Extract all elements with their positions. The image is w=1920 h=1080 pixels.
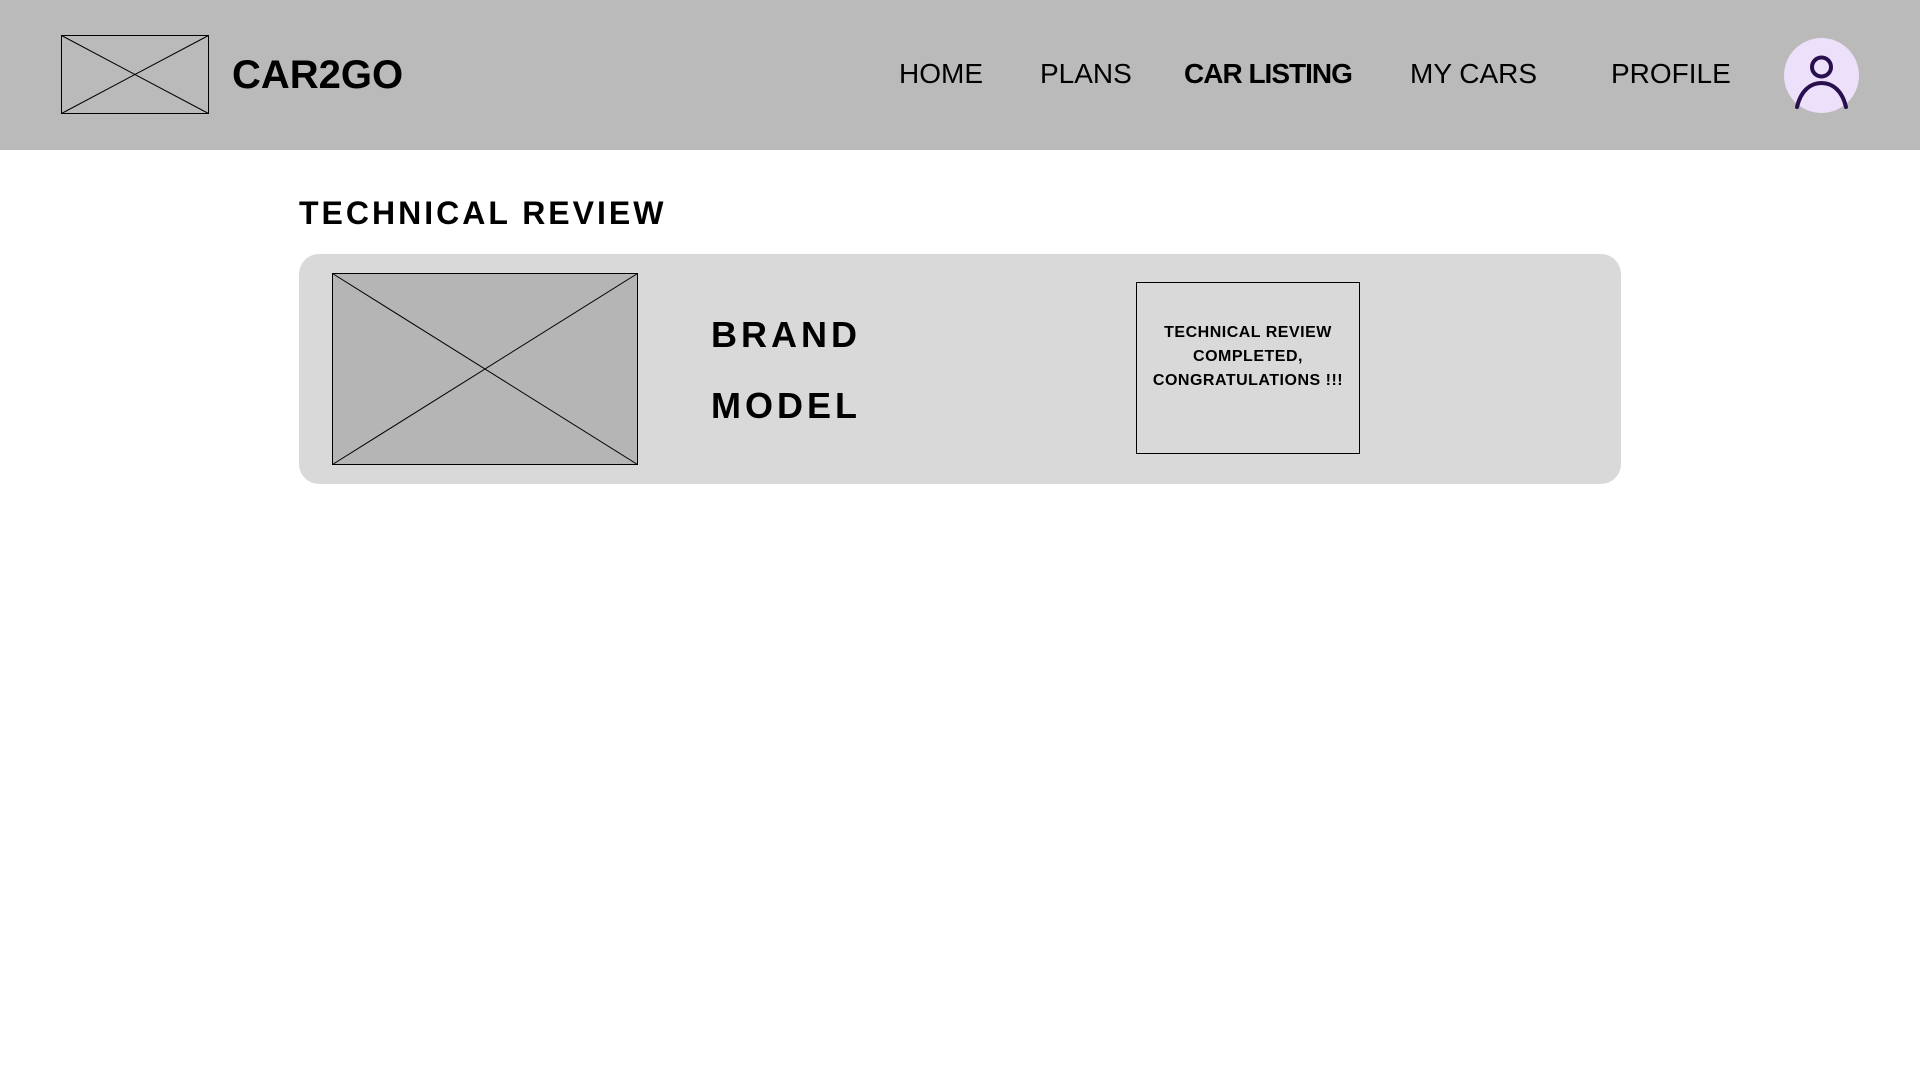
logo-image-placeholder[interactable] xyxy=(61,35,209,114)
page-title: TECHNICAL REVIEW xyxy=(299,195,667,231)
car-model: MODEL xyxy=(711,385,861,426)
nav-plans[interactable]: PLANS xyxy=(1040,56,1132,92)
user-icon xyxy=(1795,55,1848,109)
brand-name[interactable]: CAR2GO xyxy=(232,51,403,99)
review-status-message: TECHNICAL REVIEW COMPLETED, CONGRATULATI… xyxy=(1152,324,1344,389)
nav-my-cars[interactable]: MY CARS xyxy=(1410,56,1537,92)
nav-car-listing[interactable]: CAR LISTING xyxy=(1184,56,1353,92)
nav-profile[interactable]: PROFILE xyxy=(1611,56,1731,92)
nav-home[interactable]: HOME xyxy=(899,56,983,92)
review-status-box: TECHNICAL REVIEW COMPLETED, CONGRATULATI… xyxy=(1136,282,1360,454)
car-image-placeholder xyxy=(332,273,638,465)
car-brand: BRAND xyxy=(711,314,861,355)
top-navigation-bar: CAR2GO HOME PLANS CAR LISTING MY CARS PR… xyxy=(0,0,1920,150)
profile-avatar[interactable] xyxy=(1784,38,1859,113)
